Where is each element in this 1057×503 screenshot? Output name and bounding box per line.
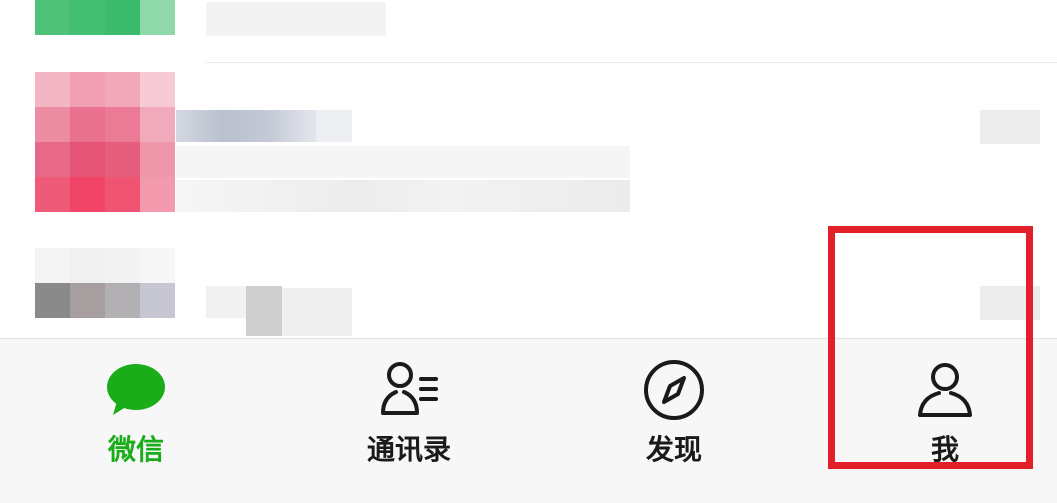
tab-label: 微信 [107,433,164,466]
avatar [35,248,175,318]
tab-discover[interactable]: 发现 [594,357,754,477]
blurred-time [980,110,1040,144]
avatar [35,0,175,35]
blurred-name [246,286,282,336]
blurred-name [316,110,352,142]
divider [206,62,1057,63]
blurred-name [206,286,246,318]
blurred-name [176,110,316,142]
list-item[interactable] [0,72,1057,222]
tab-label: 通讯录 [366,433,451,466]
tab-contacts[interactable]: 通讯录 [329,357,489,477]
highlight-box [828,226,1033,469]
compass-icon [644,360,704,420]
blurred-name [206,2,386,36]
blurred-name [282,288,352,336]
avatar [35,72,175,212]
tab-label: 发现 [645,433,702,466]
tab-chats[interactable]: 微信 [56,357,216,477]
chat-bubble-icon [107,364,165,415]
blurred-message [176,180,630,212]
list-item[interactable] [0,0,1057,60]
blurred-message [176,146,630,178]
contacts-icon [381,362,438,415]
